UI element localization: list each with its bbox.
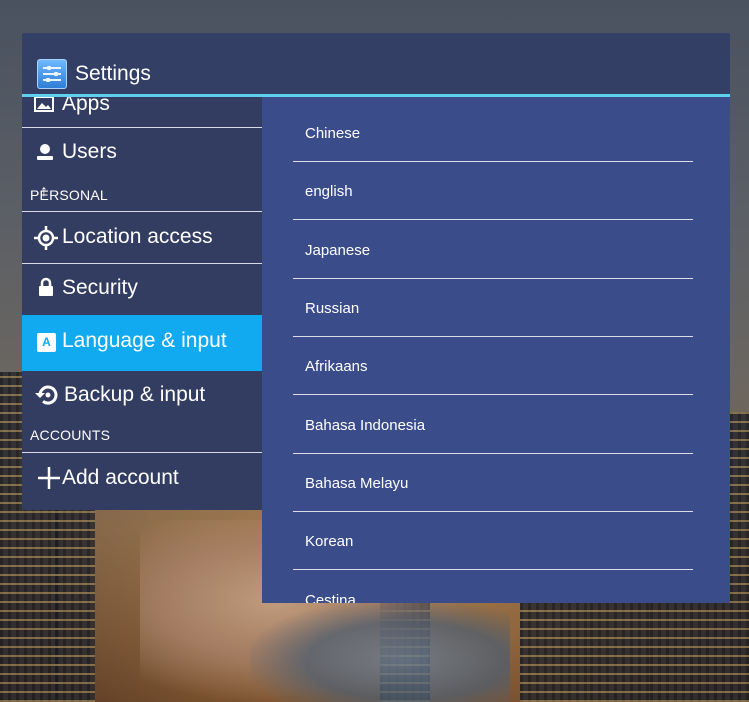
sidebar-item-security[interactable]: Security [22,264,262,314]
title-bar: Settings [22,33,730,95]
sidebar-item-backup-input[interactable]: Backup & input [22,371,262,421]
list-item-language[interactable]: Cestina [293,564,693,603]
language-list: Chinese english Japanese Russian Afrikaa… [262,97,730,603]
list-item-language[interactable]: Russian [293,272,693,337]
window-title: Settings [75,62,151,85]
language-label: Bahasa Melayu [305,475,409,492]
user-icon [37,144,53,160]
list-item-language[interactable]: Korean [293,505,693,570]
list-item-language[interactable]: Bahasa Indonesia [293,389,693,454]
list-item-language[interactable]: Bahasa Melayu [293,447,693,512]
settings-sidebar: Apps Users PERSONAL ↑ Location access Se… [22,97,262,510]
language-label: Russian [305,300,360,317]
language-label: Bahasa Indonesia [305,417,426,434]
language-label: Afrikaans [305,358,368,375]
sidebar-item-label: Location access [62,225,213,248]
list-item-language[interactable]: Afrikaans [293,330,693,395]
settings-sliders-icon [37,59,67,89]
list-item-language[interactable]: Chinese [293,97,693,162]
lock-icon [39,277,53,296]
list-item-language[interactable]: english [293,155,693,220]
language-label: Japanese [305,242,371,259]
sidebar-item-label: Add account [62,466,179,489]
language-label: Chinese [305,125,361,142]
location-target-icon [34,226,58,250]
building [520,592,590,702]
list-item-language[interactable]: Japanese [293,214,693,279]
sidebar-item-users[interactable]: Users [22,128,262,178]
sidebar-item-language-input[interactable]: A Language & input [22,315,262,371]
sleeve-image [250,600,510,702]
backup-restore-icon [35,385,58,405]
section-header-accounts: ACCOUNTS [30,427,110,443]
plus-icon [38,467,60,489]
sidebar-item-label: Backup & input [64,383,206,406]
section-header-label: ACCOUNTS [30,427,111,443]
sidebar-item-add-account[interactable]: Add account [22,453,262,503]
sidebar-item-label: Security [62,276,138,299]
language-label: Cestina [305,592,356,603]
language-label: Korean [305,533,354,550]
sidebar-item-apps[interactable]: Apps [22,97,262,127]
sidebar-item-location-access[interactable]: Location access [22,212,262,263]
language-label: english [305,183,353,200]
image-icon [34,97,54,112]
sidebar-item-label: Apps [62,97,110,115]
overlap-arrow-glyph: ↑ [40,183,48,200]
sidebar-item-label: Users [62,140,117,163]
settings-window: Settings Apps Users PERSONAL ↑ Location … [22,33,730,603]
letter-a-icon: A [37,333,56,352]
sidebar-item-label: Language & input [62,329,227,352]
